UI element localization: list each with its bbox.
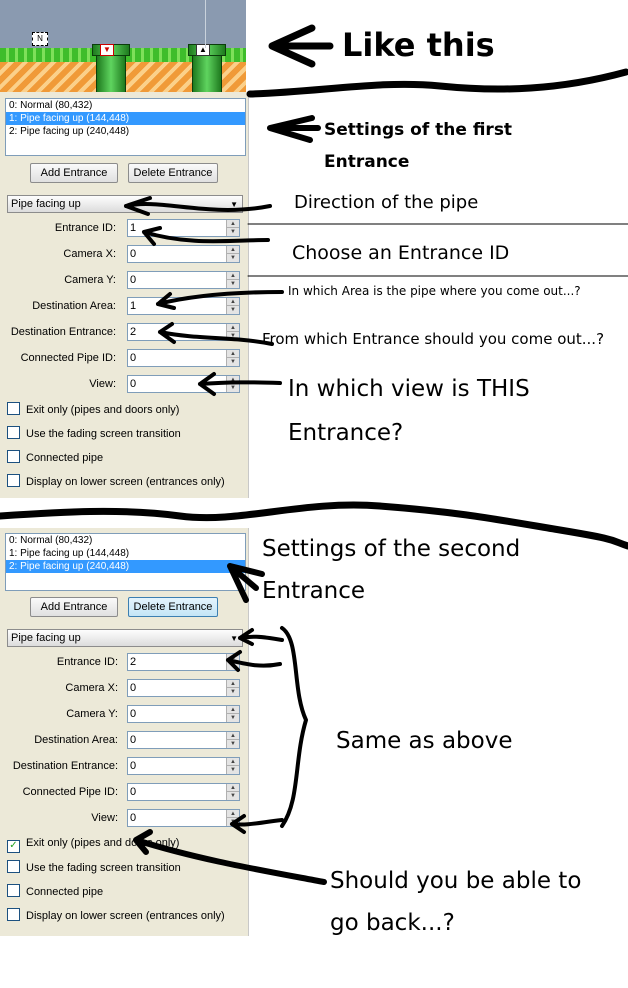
annotation-entrance-id: Choose an Entrance ID — [292, 242, 510, 264]
annotation-settings-first: Settings of the first — [324, 120, 513, 140]
annotation-go-back-2: go back...? — [330, 910, 455, 936]
annotation-go-back: Should you be able to — [330, 868, 582, 894]
annotation-view: In which view is THIS — [288, 376, 530, 402]
annotation-settings-second: Settings of the second — [262, 536, 521, 562]
annotation-view-2: Entrance? — [288, 420, 404, 446]
annotation-dest-entrance: From which Entrance should you come out.… — [262, 330, 605, 348]
annotation-direction: Direction of the pipe — [294, 192, 479, 213]
annotation-settings-second-2: Entrance — [262, 578, 366, 604]
annotation-ink — [0, 24, 628, 885]
annotation-same: Same as above — [336, 728, 513, 754]
annotation-dest-area: In which Area is the pipe where you come… — [288, 284, 581, 298]
annotation-like-this: Like this — [342, 26, 495, 64]
annotation-settings-first-2: Entrance — [324, 152, 410, 172]
